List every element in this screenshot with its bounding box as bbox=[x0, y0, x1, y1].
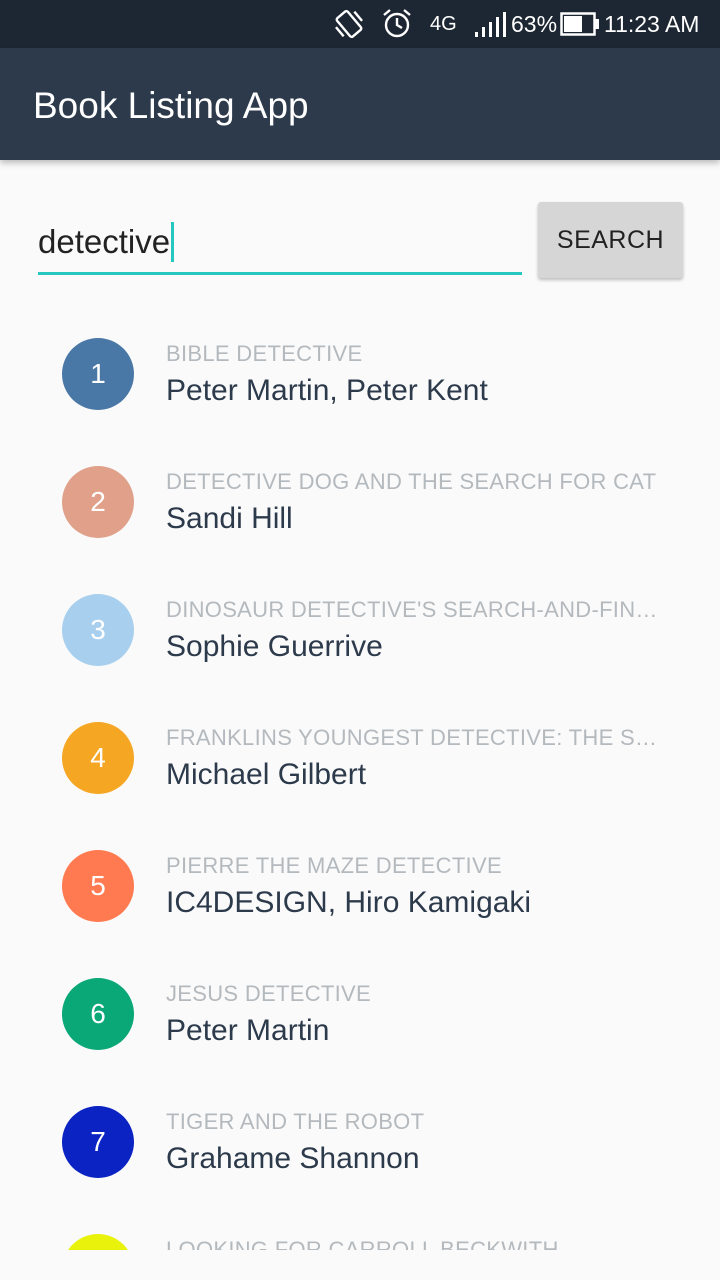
search-button[interactable]: SEARCH bbox=[538, 202, 683, 278]
alarm-icon bbox=[380, 0, 414, 48]
book-title: DINOSAUR DETECTIVE'S SEARCH-AND-FIN… bbox=[166, 597, 658, 622]
book-authors: Sandi Hill bbox=[166, 502, 293, 535]
battery-percent: 63% bbox=[511, 10, 558, 37]
book-title: TIGER AND THE ROBOT bbox=[166, 1109, 425, 1134]
rank-badge: 7 bbox=[62, 1106, 134, 1178]
book-title: LOOKING FOR CARROLL BECKWITH bbox=[166, 1237, 559, 1250]
rank-badge: 4 bbox=[62, 722, 134, 794]
book-list-item[interactable]: 1 BIBLE DETECTIVE Peter Martin, Peter Ke… bbox=[0, 314, 720, 442]
search-input[interactable]: detective bbox=[38, 214, 522, 275]
signal-icon bbox=[474, 0, 506, 48]
book-title: PIERRE THE MAZE DETECTIVE bbox=[166, 853, 502, 878]
book-list-item[interactable]: 5 PIERRE THE MAZE DETECTIVE IC4DESIGN, H… bbox=[0, 826, 720, 954]
book-list-item[interactable]: 6 JESUS DETECTIVE Peter Martin bbox=[0, 954, 720, 1082]
book-title: JESUS DETECTIVE bbox=[166, 981, 371, 1006]
book-list-item[interactable]: 3 DINOSAUR DETECTIVE'S SEARCH-AND-FIN… S… bbox=[0, 570, 720, 698]
rank-badge: 2 bbox=[62, 466, 134, 538]
book-authors: Peter Martin, Peter Kent bbox=[166, 374, 488, 407]
book-authors: Peter Martin bbox=[166, 1014, 330, 1047]
clock: 11:23 AM bbox=[604, 10, 700, 37]
network-4g-icon: 4G bbox=[430, 12, 457, 35]
book-list-item[interactable]: 7 TIGER AND THE ROBOT Grahame Shannon bbox=[0, 1082, 720, 1210]
book-authors: Sophie Guerrive bbox=[166, 630, 383, 663]
vibrate-icon bbox=[332, 0, 366, 48]
status-bar: 4G 63% 11:23 AM bbox=[0, 0, 720, 48]
book-list-item[interactable]: LOOKING FOR CARROLL BECKWITH bbox=[0, 1210, 720, 1250]
book-title: BIBLE DETECTIVE bbox=[166, 341, 363, 366]
book-title: FRANKLINS YOUNGEST DETECTIVE: THE S… bbox=[166, 725, 658, 750]
rank-badge: 6 bbox=[62, 978, 134, 1050]
app-title: Book Listing App bbox=[33, 85, 309, 126]
rank-badge: 3 bbox=[62, 594, 134, 666]
book-list-item[interactable]: 4 FRANKLINS YOUNGEST DETECTIVE: THE S… M… bbox=[0, 698, 720, 826]
rank-badge: 5 bbox=[62, 850, 134, 922]
book-authors: Michael Gilbert bbox=[166, 758, 367, 791]
book-title: DETECTIVE DOG AND THE SEARCH FOR CAT bbox=[166, 469, 657, 494]
search-input-value: detective bbox=[38, 222, 175, 262]
book-list-item[interactable]: 2 DETECTIVE DOG AND THE SEARCH FOR CAT S… bbox=[0, 442, 720, 570]
text-cursor bbox=[171, 222, 175, 262]
book-list[interactable]: 1 BIBLE DETECTIVE Peter Martin, Peter Ke… bbox=[0, 314, 720, 1250]
search-input-underline bbox=[38, 272, 522, 275]
book-authors: Grahame Shannon bbox=[166, 1142, 420, 1175]
rank-badge bbox=[62, 1234, 134, 1250]
rank-badge: 1 bbox=[62, 338, 134, 410]
book-authors: IC4DESIGN, Hiro Kamigaki bbox=[166, 886, 532, 919]
battery-icon bbox=[560, 0, 600, 48]
